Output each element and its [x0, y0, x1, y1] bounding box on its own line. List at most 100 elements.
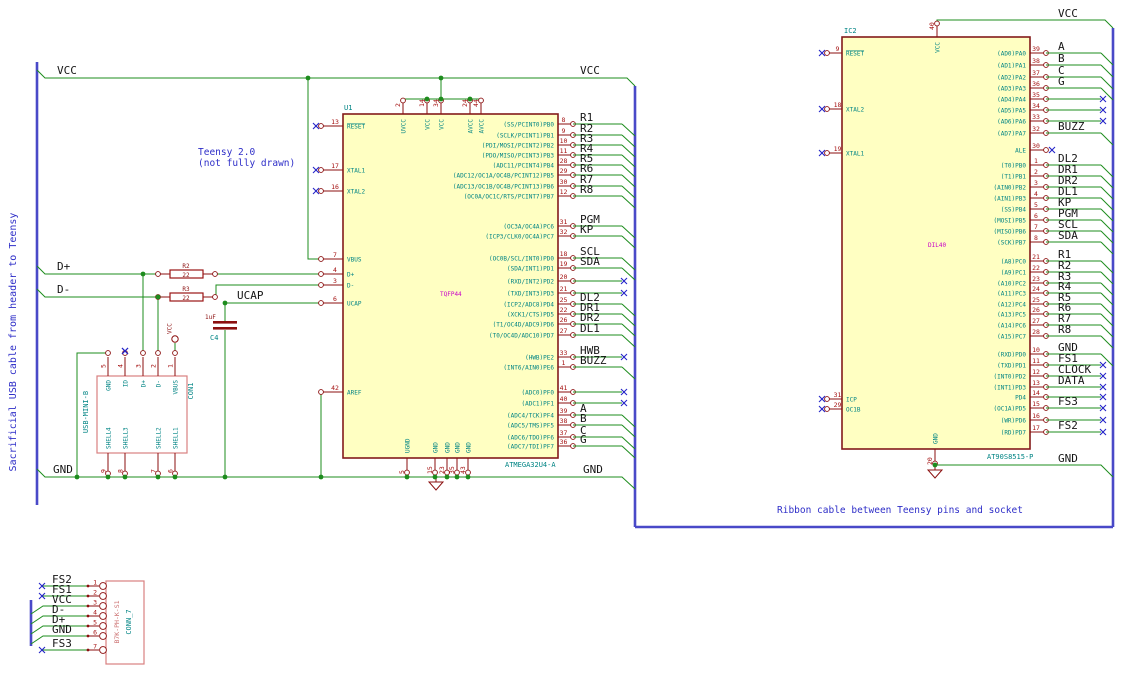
- pin-number: 39: [560, 407, 568, 415]
- pin-number: 27: [560, 327, 568, 335]
- net-label-BUZZ[interactable]: BUZZ: [1058, 120, 1085, 133]
- junction-dot: [438, 75, 444, 81]
- capacitor-plate[interactable]: [213, 321, 237, 324]
- net-label-GND[interactable]: GND: [53, 463, 73, 476]
- pin-name: XTAL2: [347, 189, 365, 196]
- wire[interactable]: [934, 463, 1114, 478]
- wire[interactable]: [215, 284, 321, 298]
- pin-number: 2: [1034, 168, 1038, 176]
- net-label-SDA[interactable]: SDA: [1058, 229, 1078, 242]
- net-label-VCC[interactable]: VCC: [57, 64, 77, 77]
- pin-name: (A13)PC5: [997, 312, 1026, 319]
- junction-dot: [305, 75, 311, 81]
- bus-entry: [1100, 324, 1114, 338]
- pin-number: 6: [167, 469, 175, 473]
- pin-number: 5: [100, 364, 108, 368]
- pin-name: (A10)PC2: [997, 281, 1026, 288]
- pin-name: (ADC5/TMS)PF5: [507, 423, 554, 430]
- pin-number: 44: [472, 99, 480, 107]
- pin-name: D-: [156, 380, 163, 387]
- pin-number: 33: [560, 349, 568, 357]
- pin-number: 19: [560, 260, 568, 268]
- pin-name: VCC: [935, 42, 942, 53]
- net-label-R8[interactable]: R8: [1058, 323, 1071, 336]
- pin-end-circle: [1043, 147, 1049, 153]
- pin-number: 5: [93, 619, 97, 627]
- net-label-GND[interactable]: GND: [583, 463, 603, 476]
- net-label-G[interactable]: G: [1058, 75, 1065, 88]
- junction-dot: [465, 474, 471, 480]
- bus-entry: [621, 195, 636, 209]
- net-label-D+[interactable]: D+: [57, 260, 71, 273]
- pin-name: (A14)PC6: [997, 323, 1026, 330]
- pin-number: 19: [834, 145, 842, 153]
- junction-dot: [404, 474, 410, 480]
- pin-name: (OC0A/OC1C/RTS/PCINT7)PB7: [464, 194, 555, 201]
- net-label-FS2[interactable]: FS2: [1058, 419, 1078, 432]
- pin-end-circle: [824, 150, 830, 156]
- bus-entry: [621, 144, 636, 158]
- net-label-R8[interactable]: R8: [580, 183, 593, 196]
- resistor-ref: R3: [182, 286, 190, 293]
- net-label-VCC[interactable]: VCC: [580, 64, 600, 77]
- net-label-G[interactable]: G: [580, 433, 587, 446]
- bus-entry: [1100, 219, 1114, 233]
- note-teensy: (not fully drawn): [198, 158, 295, 169]
- pin-number: 34: [1032, 102, 1040, 110]
- net-label-GND[interactable]: GND: [52, 623, 72, 636]
- junction-dot: [467, 96, 473, 102]
- bus-entry: [1100, 282, 1114, 296]
- pin-end-dot: [86, 648, 90, 652]
- net-label-UCAP[interactable]: UCAP: [237, 289, 264, 302]
- pin-name: GND: [455, 442, 462, 453]
- pin-name: (AD0)PA0: [997, 51, 1026, 58]
- net-label-FS3[interactable]: FS3: [52, 637, 72, 650]
- pin-name: (ICP2/ADC8)PD4: [503, 302, 554, 309]
- net-label-DATA[interactable]: DATA: [1058, 374, 1085, 387]
- bus-entry: [1100, 52, 1114, 66]
- net-label-FS3[interactable]: FS3: [1058, 395, 1078, 408]
- bus-entry: [621, 154, 636, 168]
- pin-number: 2: [394, 103, 402, 107]
- pin-name: (OC1A)PD5: [993, 406, 1026, 413]
- net-label-DL1[interactable]: DL1: [580, 322, 600, 335]
- pin-name: (PDO/MISO/PCINT3)PB3: [482, 153, 555, 160]
- net-label-VCC[interactable]: VCC: [1058, 7, 1078, 20]
- ic-footprint: TQFP44: [440, 291, 462, 298]
- net-label-SDA[interactable]: SDA: [580, 255, 600, 268]
- ic-ref: IC2: [844, 27, 857, 35]
- junction-dot: [444, 474, 450, 480]
- bus-entry: [621, 334, 636, 348]
- pin-name: (AD4)PA4: [997, 97, 1026, 104]
- net-label-GND[interactable]: GND: [1058, 452, 1078, 465]
- net-label-BUZZ[interactable]: BUZZ: [580, 354, 607, 367]
- pin-number: 1: [93, 579, 97, 587]
- pin-name: SHELL4: [106, 427, 113, 449]
- pin-number: 22: [1032, 264, 1040, 272]
- net-label-D-[interactable]: D-: [57, 283, 70, 296]
- capacitor-ref: C4: [210, 334, 218, 342]
- capacitor-plate[interactable]: [213, 327, 237, 330]
- pin-name: (WR)PD6: [1001, 418, 1027, 425]
- pin-number: 31: [560, 218, 568, 226]
- net-label-KP[interactable]: KP: [580, 223, 594, 236]
- pin-name: UCAP: [347, 301, 362, 308]
- pin-number: 14: [1032, 389, 1040, 397]
- pin-number: 6: [93, 629, 97, 637]
- pin-number: 4: [93, 609, 97, 617]
- wire[interactable]: [36, 288, 158, 298]
- pin-name: RESET: [347, 124, 365, 131]
- pin-name: (XCK1/CTS)PD5: [507, 312, 554, 319]
- pin-number: 37: [560, 429, 568, 437]
- pin-name: (AD1)PA1: [997, 63, 1026, 70]
- pin-name: (MISO)PB6: [993, 229, 1026, 236]
- bus-entry: [1100, 313, 1114, 327]
- pin-name: SHELL3: [123, 427, 130, 449]
- wire[interactable]: [936, 19, 1114, 29]
- pin-number: 2: [150, 364, 158, 368]
- junction-dot: [438, 96, 444, 102]
- wire[interactable]: [36, 69, 636, 87]
- pin-end-circle: [824, 406, 830, 412]
- pin-number: 1: [562, 359, 566, 367]
- wire[interactable]: [36, 265, 158, 275]
